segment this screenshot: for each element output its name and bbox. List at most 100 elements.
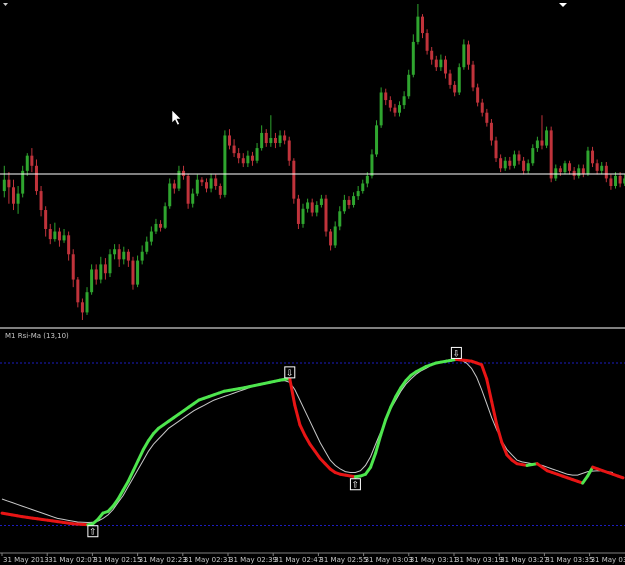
time-label: 31 May 03:11 [410,556,458,564]
candle-body [186,175,190,204]
candle-body [554,168,558,179]
candle-body [485,112,489,123]
sell-arrow-icon[interactable]: ⇩ [450,346,462,359]
candle-body [384,92,388,101]
time-label: 31 May 03:03 [365,556,413,564]
candle-body [53,231,57,240]
candle-body [577,168,581,176]
candle-body [241,158,245,164]
candle-body [140,251,144,261]
candle-body [182,170,186,176]
time-label: 31 May 2013 [3,556,49,564]
time-label: 31 May 03:27 [500,556,548,564]
candle-body [126,251,130,261]
time-label: 31 May 02:15 [93,556,141,564]
candle-body [563,163,567,173]
candle-body [361,183,365,192]
candle-body [149,231,153,242]
candle-body [117,249,121,260]
candle-body [16,193,20,204]
candle-body [572,170,576,176]
candle-body [388,100,392,108]
time-label: 31 May 03:19 [455,556,503,564]
candle-body [402,96,406,106]
candle-body [604,165,608,179]
candle-body [48,228,52,240]
candle-body [512,154,516,166]
candle-body [407,74,411,97]
signal-glyph: ⇩ [453,349,461,359]
candle-body [581,168,585,174]
candle-body [356,191,360,197]
candle-body [416,16,420,42]
candle-body [453,84,457,93]
candle-body [76,279,80,303]
candle-body [11,187,15,204]
candle-body [108,254,112,274]
candle-body [136,260,140,285]
candle-body [540,140,544,146]
candle-body [113,249,117,255]
candle-body [591,150,595,164]
candle-body [347,199,351,205]
candle-body [287,140,291,161]
candle-body [457,67,461,93]
candle-body [568,163,572,171]
candle-body [393,107,397,113]
candle-body [39,191,43,211]
candle-body [618,175,622,184]
candle-body [600,165,604,171]
panel-separator[interactable] [0,327,625,329]
signal-glyph: ⇧ [352,481,360,491]
candle-body [67,235,71,255]
candle-body [439,59,443,68]
time-label: 31 May 02:55 [319,556,367,564]
candle-body [425,33,429,51]
chart-background [0,0,625,565]
candle-body [531,148,535,164]
sell-arrow-icon[interactable]: ⇩ [284,366,296,379]
candle-body [296,198,300,224]
candle-body [71,254,75,280]
buy-arrow-icon[interactable]: ⇧ [349,478,361,491]
signal-glyph: ⇧ [89,528,97,538]
candle-body [163,206,167,228]
candle-body [283,135,287,141]
candle-body [306,202,310,209]
candle-body [508,160,512,166]
time-label: 31 May 02:23 [139,556,187,564]
candle-body [338,211,342,227]
candle-body [517,154,521,161]
candle-body [420,16,424,34]
candle-body [90,269,94,293]
time-label: 31 May 02:47 [274,556,322,564]
candle-body [168,183,172,207]
buy-arrow-icon[interactable]: ⇧ [87,525,99,538]
candle-body [292,160,296,199]
candle-body [237,153,241,159]
candle-body [122,251,126,260]
candle-body [329,231,333,246]
candle-body [7,179,11,188]
candle-body [131,260,135,285]
candle-body [99,264,103,280]
candle-body [466,44,470,65]
trading-chart[interactable]: M1 Rsi-Ma (13,10) ⇧⇩⇧⇩ 31 May 2013 31 May… [0,0,625,565]
candle-body [609,178,613,187]
candle-body [370,154,374,176]
time-label: 31 May 02:07 [48,556,96,564]
candle-body [545,130,549,146]
candle-body [494,140,498,159]
candle-body [255,148,259,161]
candle-body [448,73,452,85]
rsi-segment [616,474,625,480]
time-label: 31 May 02:39 [229,556,277,564]
candle-body [200,179,204,183]
candle-body [535,140,539,149]
candle-body [195,179,199,194]
candle-body [273,137,277,144]
candle-body [269,137,273,144]
candle-body [333,226,337,246]
candle-body [324,198,328,232]
candle-body [549,130,553,179]
